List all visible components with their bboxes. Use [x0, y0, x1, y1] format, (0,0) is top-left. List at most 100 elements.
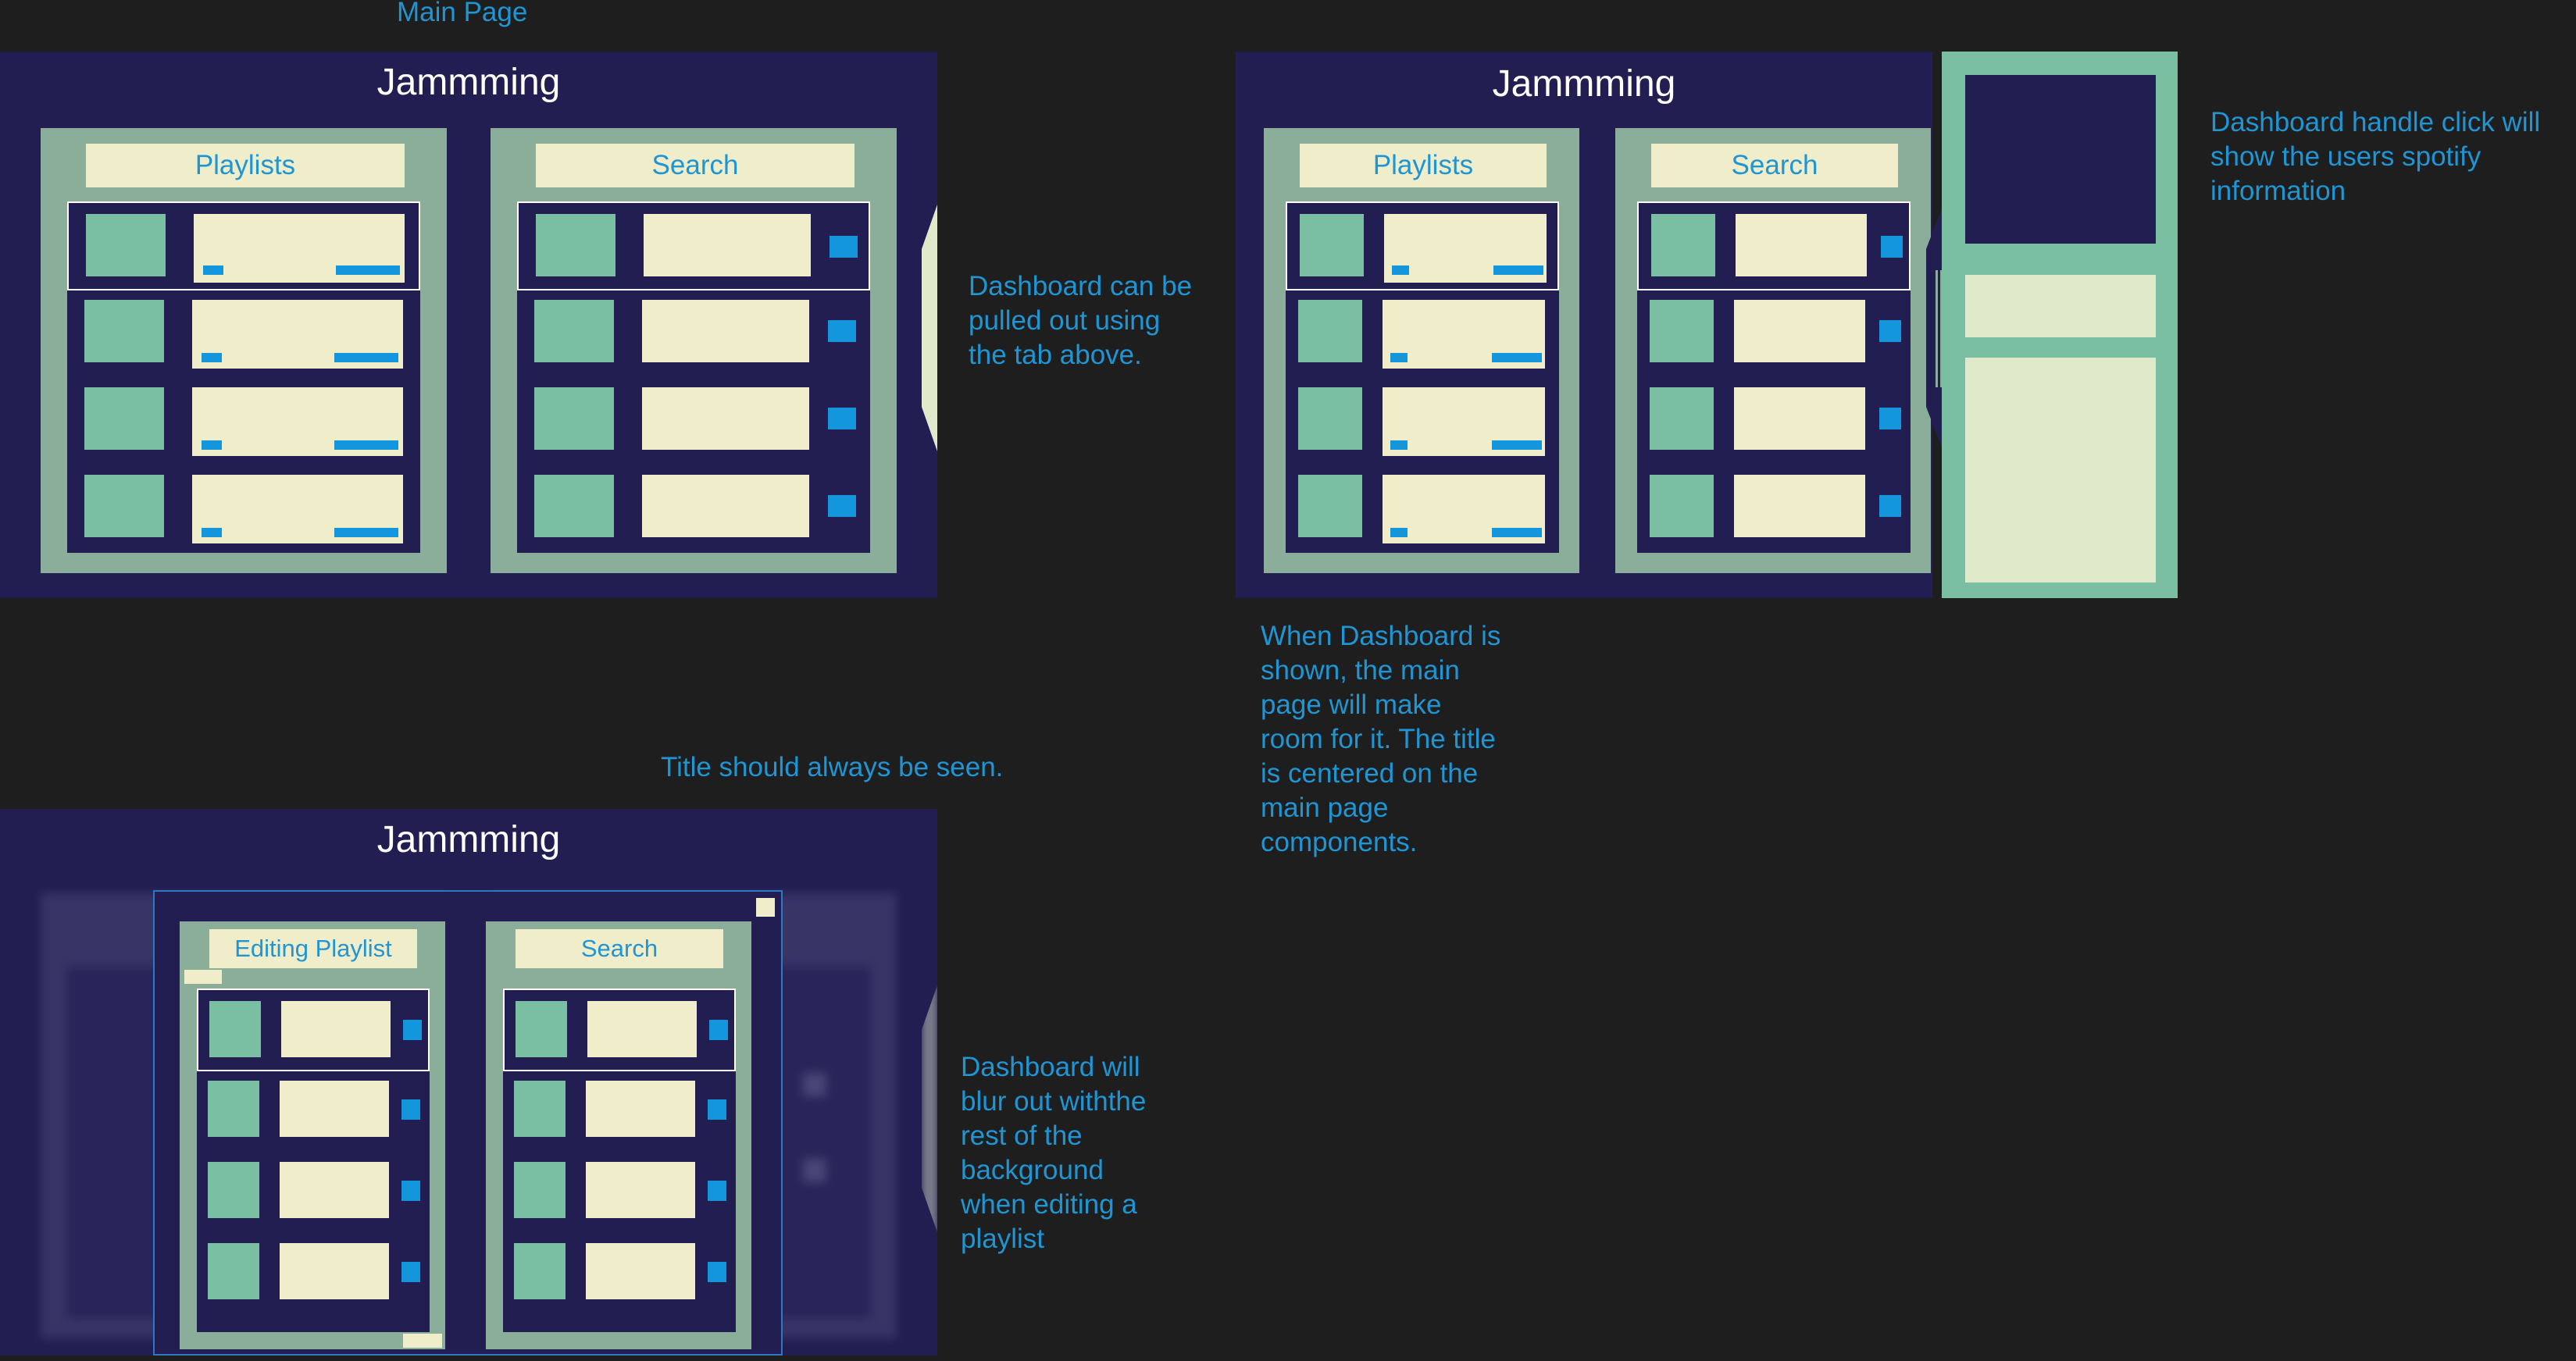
search-result-selected[interactable] — [503, 989, 736, 1071]
track-cover — [1650, 300, 1714, 362]
playlist-edit-marker[interactable] — [1390, 440, 1408, 450]
playlist-item[interactable] — [1286, 290, 1559, 378]
add-track-button[interactable] — [1879, 320, 1901, 342]
search-results-list — [503, 989, 736, 1332]
add-track-button[interactable] — [708, 1099, 726, 1120]
playlist-edit-marker[interactable] — [202, 353, 222, 362]
playlist-edit-marker[interactable] — [202, 440, 222, 450]
playlist-list — [1286, 201, 1559, 553]
playlist-edit-marker[interactable] — [202, 528, 222, 537]
track-cover — [536, 214, 615, 276]
playlist-cover — [84, 475, 164, 537]
remove-track-button[interactable] — [401, 1262, 420, 1282]
editing-track[interactable] — [197, 1234, 430, 1315]
editing-track-list — [197, 989, 430, 1332]
search-heading: Search — [1651, 144, 1898, 187]
track-cover — [208, 1081, 259, 1137]
search-result[interactable] — [1637, 290, 1911, 378]
add-track-button[interactable] — [828, 495, 856, 517]
editing-playlist-panel: Editing Playlist — [180, 921, 445, 1349]
playlist-item[interactable] — [67, 378, 420, 465]
remove-track-button[interactable] — [401, 1099, 420, 1120]
modal-close-button[interactable] — [756, 898, 775, 917]
main-page-label: Main Page — [397, 0, 528, 27]
playlist-track-bar — [336, 265, 400, 275]
editing-track-selected[interactable] — [197, 989, 430, 1071]
track-info-card — [644, 214, 811, 276]
track-info-card — [587, 1001, 697, 1057]
playlist-item[interactable] — [1286, 465, 1559, 553]
search-result[interactable] — [503, 1234, 736, 1315]
playlist-track-bar — [334, 440, 398, 450]
track-info-card — [642, 387, 809, 450]
add-track-button[interactable] — [830, 236, 858, 258]
add-track-button[interactable] — [709, 1020, 728, 1040]
track-cover — [534, 475, 614, 537]
playlist-item[interactable] — [1286, 378, 1559, 465]
track-info-card — [586, 1162, 695, 1218]
playlists-heading: Playlists — [86, 144, 405, 187]
rename-playlist-button[interactable] — [184, 970, 222, 984]
search-result[interactable] — [503, 1071, 736, 1153]
playlist-track-bar — [334, 353, 398, 362]
dashboard-tab-handle-blurred — [922, 985, 937, 1232]
add-track-button[interactable] — [708, 1181, 726, 1201]
playlist-edit-marker[interactable] — [1390, 528, 1408, 537]
add-track-button[interactable] — [1881, 236, 1903, 258]
playlist-item-selected[interactable] — [67, 201, 420, 290]
track-cover — [516, 1001, 567, 1057]
user-details-area — [1965, 358, 2156, 583]
dashboard-shown-note: When Dashboard is shown, the main page w… — [1261, 621, 1501, 857]
track-info-card — [1736, 214, 1867, 276]
dashboard-drawer — [1942, 52, 2178, 598]
dashboard-tab-handle[interactable] — [922, 205, 937, 451]
remove-track-button[interactable] — [403, 1020, 422, 1040]
add-track-button[interactable] — [708, 1262, 726, 1282]
playlist-cover — [84, 300, 164, 362]
add-track-button[interactable] — [1879, 495, 1901, 517]
playlist-item[interactable] — [67, 290, 420, 378]
add-track-button[interactable] — [828, 320, 856, 342]
editing-track[interactable] — [197, 1153, 430, 1234]
add-track-button[interactable] — [1879, 408, 1901, 429]
main-page-frame: Jammming Playlists Search — [0, 52, 937, 598]
search-result-selected[interactable] — [1637, 201, 1911, 290]
playlist-edit-marker[interactable] — [1390, 353, 1408, 362]
search-result[interactable] — [517, 378, 870, 465]
dashboard-blur-note: Dashboard will blur out withthe rest of … — [961, 1052, 1147, 1254]
dashboard-handle-note: Dashboard handle click will show the use… — [2210, 107, 2541, 206]
editing-track[interactable] — [197, 1071, 430, 1153]
handle-grip-line — [1936, 270, 1938, 387]
playlist-edit-marker[interactable] — [203, 265, 223, 275]
search-results-list — [517, 201, 870, 553]
track-info-card — [280, 1243, 389, 1299]
search-result-selected[interactable] — [517, 201, 870, 290]
search-panel: Search — [491, 128, 897, 573]
playlist-cover — [1298, 387, 1362, 450]
search-result[interactable] — [1637, 465, 1911, 553]
search-result[interactable] — [503, 1153, 736, 1234]
dashboard-open-frame: Jammming Playlists Search — [1236, 52, 1932, 598]
add-track-button[interactable] — [828, 408, 856, 429]
track-info-card — [281, 1001, 391, 1057]
remove-track-button[interactable] — [401, 1181, 420, 1201]
save-playlist-button[interactable] — [403, 1334, 442, 1348]
track-cover — [209, 1001, 261, 1057]
app-title: Jammming — [1492, 63, 1676, 105]
search-result[interactable] — [517, 465, 870, 553]
title-visible-note: Title should always be seen. — [661, 752, 1004, 782]
playlist-cover — [1298, 475, 1362, 537]
track-info-card — [642, 300, 809, 362]
search-result[interactable] — [517, 290, 870, 378]
search-panel: Search — [1615, 128, 1931, 573]
playlist-item-selected[interactable] — [1286, 201, 1559, 290]
track-info-card — [586, 1081, 695, 1137]
track-cover — [534, 300, 614, 362]
playlist-cover — [1298, 300, 1362, 362]
playlist-edit-marker[interactable] — [1392, 265, 1409, 275]
playlist-track-bar — [334, 528, 398, 537]
playlist-item[interactable] — [67, 465, 420, 553]
search-result[interactable] — [1637, 378, 1911, 465]
search-heading: Search — [536, 144, 855, 187]
blurred-item — [803, 1073, 826, 1096]
